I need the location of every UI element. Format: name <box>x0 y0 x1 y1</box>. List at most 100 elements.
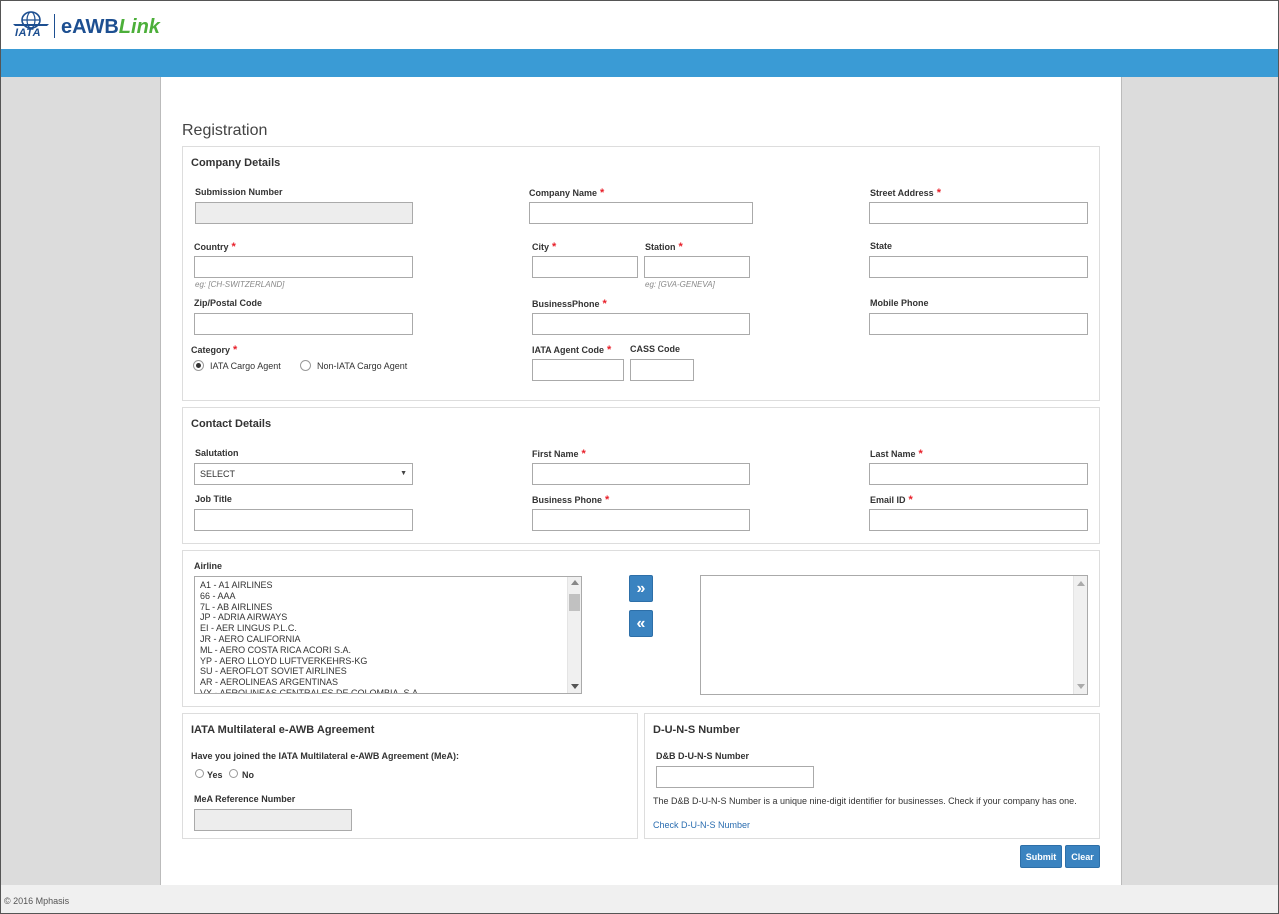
mea-radio-no[interactable] <box>229 769 238 778</box>
zip-input[interactable] <box>194 313 413 335</box>
company-details-panel: Company Details Submission Number Compan… <box>182 146 1100 401</box>
double-chevron-left-icon: « <box>636 614 646 632</box>
street-address-label: Street Address * <box>870 187 941 199</box>
move-right-button[interactable]: » <box>629 575 653 602</box>
iata-agent-code-label: IATA Agent Code * <box>532 344 612 356</box>
company-details-title: Company Details <box>191 157 281 169</box>
category-radio-non-iata[interactable] <box>300 360 311 371</box>
city-input[interactable] <box>532 256 638 278</box>
company-name-label: Company Name * <box>529 187 605 199</box>
airline-available-list[interactable]: A1 - A1 AIRLINES 66 - AAA 7L - AB AIRLINES… <box>194 576 582 694</box>
first-name-input[interactable] <box>532 463 750 485</box>
category-option-iata: IATA Cargo Agent <box>210 361 281 371</box>
copyright: © 2016 Mphasis <box>4 896 70 906</box>
job-title-input[interactable] <box>194 509 413 531</box>
state-label: State <box>870 241 893 251</box>
mea-ref-input[interactable] <box>194 809 352 831</box>
selected-list-scrollbar[interactable] <box>1073 576 1087 694</box>
business-phone-label: BusinessPhone * <box>532 298 607 310</box>
mea-question: Have you joined the IATA Multilateral e-… <box>191 751 460 761</box>
state-input[interactable] <box>869 256 1088 278</box>
double-chevron-right-icon: » <box>636 579 646 597</box>
scroll-down-icon[interactable] <box>571 684 579 689</box>
country-label: Country * <box>194 241 236 253</box>
scroll-up-icon[interactable] <box>571 580 579 585</box>
duns-description: The D&B D-U-N-S Number is a unique nine-… <box>653 796 1077 806</box>
company-name-input[interactable] <box>529 202 753 224</box>
airline-selected-list[interactable] <box>700 575 1088 695</box>
scroll-down-icon[interactable] <box>1077 684 1085 689</box>
duns-label: D&B D-U-N-S Number <box>656 751 749 761</box>
check-duns-link[interactable]: Check D-U-N-S Number <box>653 820 750 830</box>
business-phone-input[interactable] <box>532 313 750 335</box>
category-radio-iata[interactable] <box>193 360 204 371</box>
job-title-label: Job Title <box>195 494 232 504</box>
iata-agent-code-input[interactable] <box>532 359 624 381</box>
airline-panel: Airline A1 - A1 AIRLINES 66 - AAA 7L - AB … <box>182 550 1100 707</box>
submit-button[interactable]: Submit <box>1020 845 1062 868</box>
salutation-label: Salutation <box>195 448 239 458</box>
airline-list-scrollbar[interactable] <box>567 577 581 693</box>
list-item[interactable]: JR - AERO CALIFORNIA <box>195 634 565 645</box>
contact-business-phone-input[interactable] <box>532 509 750 531</box>
first-name-label: First Name * <box>532 448 586 460</box>
mea-title: IATA Multilateral e-AWB Agreement <box>191 724 375 736</box>
page-title: Registration <box>182 122 268 139</box>
header: IATA eAWBLink <box>1 1 1278 49</box>
list-item[interactable]: ML - AERO COSTA RICA ACORI S.A. <box>195 645 565 656</box>
submission-number-input[interactable] <box>195 202 413 224</box>
mea-radio-yes[interactable] <box>195 769 204 778</box>
last-name-label: Last Name * <box>870 448 923 460</box>
product-suffix: Link <box>118 16 160 38</box>
footer: © 2016 Mphasis <box>1 885 1278 913</box>
main-content: Registration Company Details Submission … <box>160 77 1122 885</box>
street-address-input[interactable] <box>869 202 1088 224</box>
list-item[interactable]: EI - AER LINGUS P.L.C. <box>195 623 565 634</box>
mea-option-no: No <box>242 770 254 780</box>
category-option-non-iata: Non-IATA Cargo Agent <box>317 361 408 371</box>
cass-code-label: CASS Code <box>630 344 681 354</box>
iata-logo[interactable]: IATA <box>11 11 51 39</box>
list-item[interactable]: YP - AERO LLOYD LUFTVERKEHRS-KG <box>195 656 565 667</box>
airline-items: A1 - A1 AIRLINES 66 - AAA 7L - AB AIRLINES… <box>195 577 581 693</box>
city-label: City * <box>532 241 557 253</box>
contact-details-title: Contact Details <box>191 418 272 430</box>
contact-business-phone-label: Business Phone * <box>532 494 610 506</box>
email-input[interactable] <box>869 509 1088 531</box>
scroll-up-icon[interactable] <box>1077 581 1085 586</box>
list-item[interactable]: 66 - AAA <box>195 591 565 602</box>
product-logo[interactable]: eAWBLink <box>61 16 160 38</box>
mobile-phone-label: Mobile Phone <box>870 298 929 308</box>
country-input[interactable] <box>194 256 413 278</box>
airline-label: Airline <box>194 561 223 571</box>
salutation-value: SELECT <box>200 469 236 479</box>
list-item[interactable]: A1 - A1 AIRLINES <box>195 580 565 591</box>
list-item[interactable]: AR - AEROLINEAS ARGENTINAS <box>195 677 565 688</box>
cass-code-input[interactable] <box>630 359 694 381</box>
duns-panel: D-U-N-S Number D&B D-U-N-S Number The D&… <box>644 713 1100 839</box>
logo-divider <box>54 14 55 38</box>
mobile-phone-input[interactable] <box>869 313 1088 335</box>
list-item[interactable]: 7L - AB AIRLINES <box>195 602 565 613</box>
app-window: IATA eAWBLink Registration Company Detai… <box>0 0 1279 914</box>
clear-button[interactable]: Clear <box>1065 845 1100 868</box>
mea-option-yes: Yes <box>207 770 223 780</box>
scroll-thumb[interactable] <box>569 594 580 611</box>
list-item[interactable]: JP - ADRIA AIRWAYS <box>195 612 565 623</box>
duns-title: D-U-N-S Number <box>653 724 740 736</box>
iata-text: IATA <box>15 27 42 39</box>
station-input[interactable] <box>644 256 750 278</box>
contact-details-panel: Contact Details Salutation SELECT ▼ Firs… <box>182 407 1100 544</box>
mea-ref-label: MeA Reference Number <box>194 794 296 804</box>
product-prefix: eAWB <box>61 16 119 38</box>
list-item[interactable]: VX - AEROLINEAS CENTRALES DE COLOMBIA, S… <box>195 688 565 693</box>
move-left-button[interactable]: « <box>629 610 653 637</box>
zip-label: Zip/Postal Code <box>194 298 263 308</box>
salutation-select[interactable]: SELECT ▼ <box>194 463 413 485</box>
nav-bar <box>1 49 1278 77</box>
duns-input[interactable] <box>656 766 814 788</box>
submission-number-label: Submission Number <box>195 187 283 197</box>
category-label: Category * <box>191 344 238 356</box>
last-name-input[interactable] <box>869 463 1088 485</box>
list-item[interactable]: SU - AEROFLOT SOVIET AIRLINES <box>195 666 565 677</box>
